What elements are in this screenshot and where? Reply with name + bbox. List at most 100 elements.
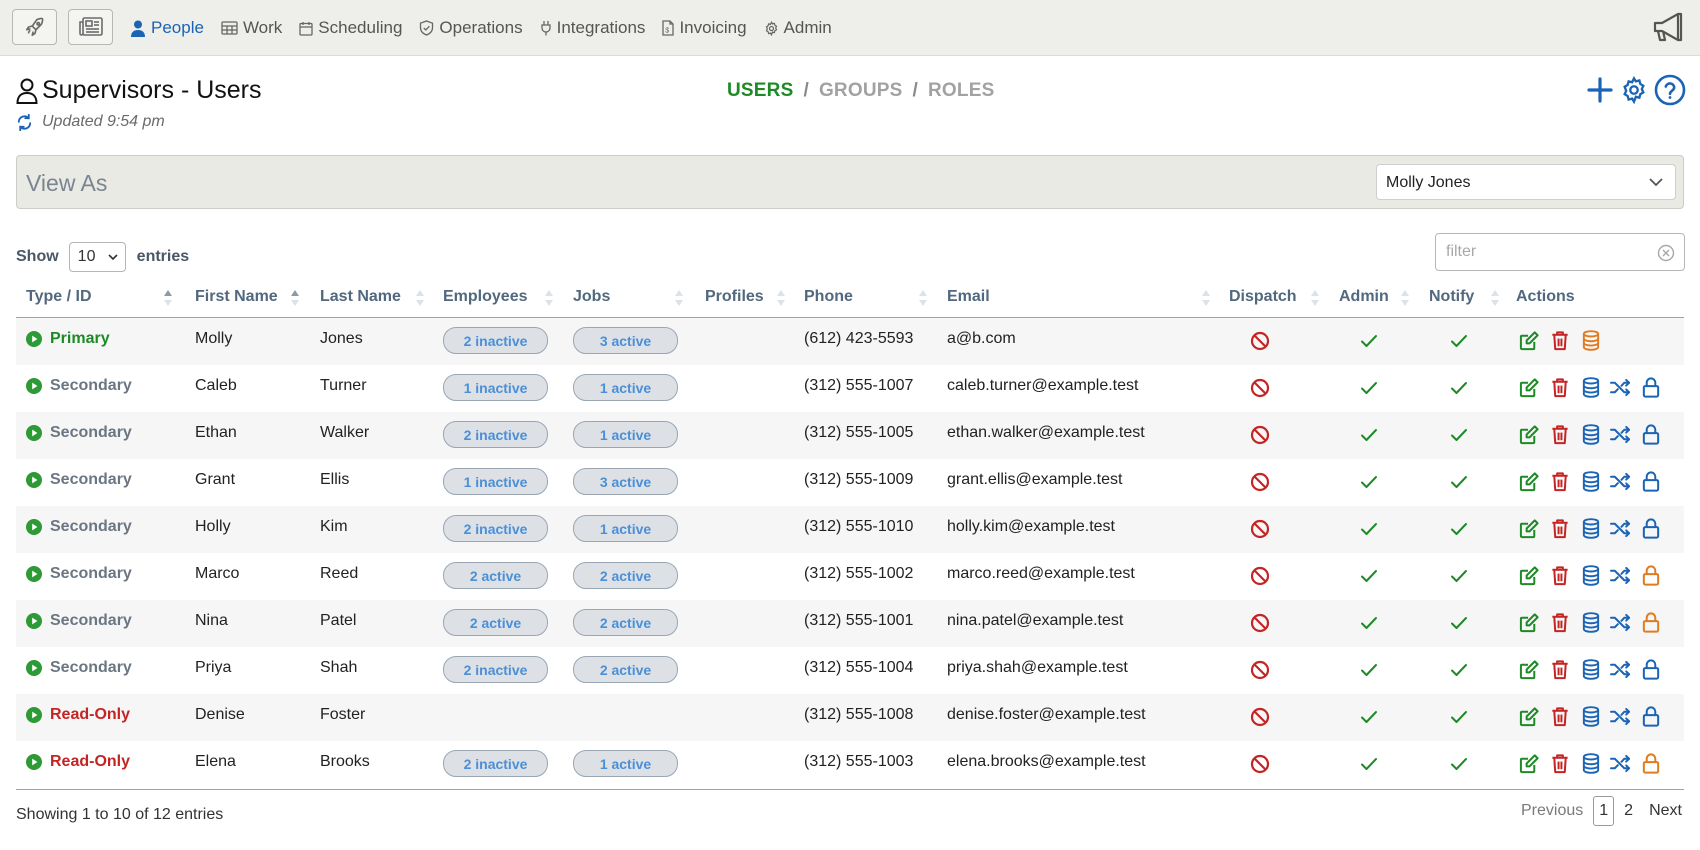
jobs-badge[interactable]: 1 active (573, 750, 678, 777)
sort-icon[interactable] (1401, 290, 1409, 306)
col-last-name[interactable]: Last Name (320, 288, 401, 306)
nav-scheduling[interactable]: Scheduling (299, 18, 402, 38)
sort-icon[interactable] (1491, 290, 1499, 306)
play-circle-icon[interactable] (26, 472, 50, 488)
jobs-badge[interactable]: 1 active (573, 421, 678, 448)
nav-integrations[interactable]: Integrations (540, 18, 645, 38)
next-page-button[interactable]: Next (1649, 802, 1682, 820)
play-circle-icon[interactable] (26, 378, 50, 394)
edit-icon[interactable] (1519, 706, 1540, 727)
sort-asc-icon[interactable] (291, 290, 299, 306)
add-icon[interactable] (1586, 76, 1614, 104)
delete-icon[interactable] (1550, 377, 1570, 398)
delete-icon[interactable] (1550, 424, 1570, 445)
nav-invoicing[interactable]: $ Invoicing (662, 18, 747, 38)
delete-icon[interactable] (1550, 330, 1570, 351)
database-icon[interactable] (1582, 753, 1600, 774)
delete-icon[interactable] (1550, 659, 1570, 680)
page-button-2[interactable]: 2 (1624, 802, 1633, 820)
shuffle-icon[interactable] (1610, 754, 1631, 773)
delete-icon[interactable] (1550, 706, 1570, 727)
entries-select[interactable]: 10 (68, 242, 126, 272)
database-icon[interactable] (1582, 659, 1600, 680)
employees-badge[interactable]: 2 inactive (443, 421, 548, 448)
tab-roles[interactable]: ROLES (928, 80, 994, 102)
col-type-id[interactable]: Type / ID (26, 288, 92, 306)
col-profiles[interactable]: Profiles (705, 288, 764, 306)
shuffle-icon[interactable] (1610, 425, 1631, 444)
lock-icon[interactable] (1642, 424, 1660, 445)
edit-icon[interactable] (1519, 377, 1540, 398)
database-icon[interactable] (1582, 518, 1600, 539)
delete-icon[interactable] (1550, 518, 1570, 539)
jobs-badge[interactable]: 1 active (573, 374, 678, 401)
tab-users[interactable]: USERS (727, 80, 793, 102)
view-as-select[interactable]: Molly Jones (1376, 164, 1676, 200)
page-button-1[interactable]: 1 (1593, 796, 1615, 826)
database-icon[interactable] (1582, 330, 1600, 351)
lock-icon[interactable] (1642, 471, 1660, 492)
play-circle-icon[interactable] (26, 660, 50, 676)
megaphone-icon[interactable] (1652, 10, 1686, 44)
delete-icon[interactable] (1550, 612, 1570, 633)
edit-icon[interactable] (1519, 330, 1540, 351)
filter-input[interactable] (1436, 234, 1646, 270)
database-icon[interactable] (1582, 471, 1600, 492)
sort-asc-icon[interactable] (164, 290, 172, 306)
shuffle-icon[interactable] (1610, 613, 1631, 632)
delete-icon[interactable] (1550, 753, 1570, 774)
database-icon[interactable] (1582, 377, 1600, 398)
lock-icon[interactable] (1642, 565, 1660, 586)
shuffle-icon[interactable] (1610, 519, 1631, 538)
lock-icon[interactable] (1642, 377, 1660, 398)
tab-groups[interactable]: GROUPS (819, 80, 903, 102)
col-dispatch[interactable]: Dispatch (1229, 288, 1297, 306)
col-employees[interactable]: Employees (443, 288, 527, 306)
nav-people[interactable]: People (130, 18, 204, 38)
clear-filter-icon[interactable] (1657, 244, 1675, 262)
database-icon[interactable] (1582, 706, 1600, 727)
col-notify[interactable]: Notify (1429, 288, 1474, 306)
employees-badge[interactable]: 1 inactive (443, 374, 548, 401)
play-circle-icon[interactable] (26, 425, 50, 441)
jobs-badge[interactable]: 1 active (573, 515, 678, 542)
lock-icon[interactable] (1642, 753, 1660, 774)
news-button[interactable] (68, 9, 113, 45)
database-icon[interactable] (1582, 612, 1600, 633)
sort-icon[interactable] (416, 290, 424, 306)
sort-icon[interactable] (1311, 290, 1319, 306)
sort-icon[interactable] (1202, 290, 1210, 306)
play-circle-icon[interactable] (26, 707, 50, 723)
lock-icon[interactable] (1642, 518, 1660, 539)
play-circle-icon[interactable] (26, 519, 50, 535)
employees-badge[interactable]: 2 inactive (443, 327, 548, 354)
nav-admin[interactable]: Admin (764, 18, 832, 38)
col-email[interactable]: Email (947, 288, 990, 306)
database-icon[interactable] (1582, 424, 1600, 445)
lock-icon[interactable] (1642, 612, 1660, 633)
jobs-badge[interactable]: 3 active (573, 468, 678, 495)
play-circle-icon[interactable] (26, 566, 50, 582)
delete-icon[interactable] (1550, 565, 1570, 586)
previous-page-button[interactable]: Previous (1521, 802, 1583, 820)
lock-icon[interactable] (1642, 706, 1660, 727)
refresh-icon[interactable] (16, 113, 42, 131)
edit-icon[interactable] (1519, 659, 1540, 680)
sort-icon[interactable] (777, 290, 785, 306)
edit-icon[interactable] (1519, 424, 1540, 445)
launch-button[interactable] (12, 9, 57, 45)
edit-icon[interactable] (1519, 612, 1540, 633)
shuffle-icon[interactable] (1610, 707, 1631, 726)
sort-icon[interactable] (545, 290, 553, 306)
play-circle-icon[interactable] (26, 613, 50, 629)
edit-icon[interactable] (1519, 565, 1540, 586)
employees-badge[interactable]: 2 active (443, 562, 548, 589)
sort-icon[interactable] (919, 290, 927, 306)
lock-icon[interactable] (1642, 659, 1660, 680)
help-icon[interactable] (1654, 74, 1686, 106)
employees-badge[interactable]: 2 inactive (443, 656, 548, 683)
delete-icon[interactable] (1550, 471, 1570, 492)
shuffle-icon[interactable] (1610, 378, 1631, 397)
employees-badge[interactable]: 2 inactive (443, 515, 548, 542)
shuffle-icon[interactable] (1610, 566, 1631, 585)
